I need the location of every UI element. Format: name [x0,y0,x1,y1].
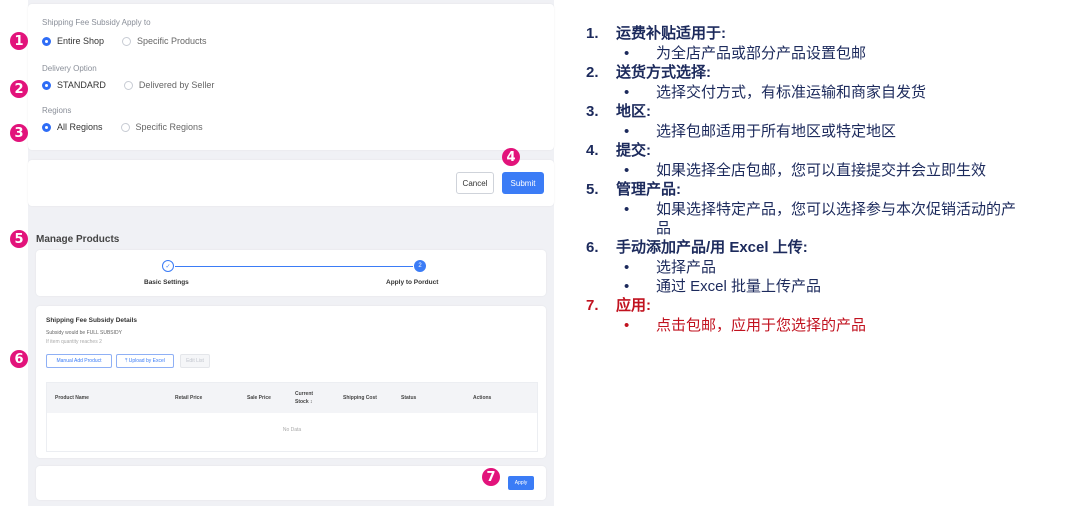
subsidy-label: Shipping Fee Subsidy Apply to [42,18,151,27]
radio-delivered-by-seller[interactable]: Delivered by Seller [123,80,214,90]
note-number: 4. [586,142,599,159]
badge-3: 3 [10,124,28,142]
col-retail-price: Retail Price [175,395,203,401]
manual-add-product-button[interactable]: Manual Add Product [46,354,112,368]
note-1: 1. 运费补贴适用于: • 为全店产品或部分产品设置包邮 [586,24,1056,63]
badge-7: 7 [482,468,500,486]
note-title: 应用: [616,297,651,314]
badge-4: 4 [502,148,520,166]
radio-checked-icon [42,36,51,46]
note-2: 2. 送货方式选择: • 选择交付方式，有标准运输和商家自发货 [586,63,1056,102]
note-number: 6. [586,239,599,256]
note-bullet: 选择产品 [656,259,717,276]
regions-label: Regions [42,106,72,115]
step-done-check-icon: ✓ [162,260,174,272]
radio-specific-regions[interactable]: Specific Regions [120,122,203,132]
col-product-name: Product Name [55,395,89,401]
radio-standard[interactable]: STANDARD [42,80,106,90]
ui-screenshot-panel: Shipping Fee Subsidy Apply to Entire Sho… [28,0,554,506]
apply-bar: Apply [36,466,546,500]
edit-list-button[interactable]: Edit List [180,354,210,368]
note-number: 7. [586,297,599,314]
note-number: 1. [586,25,599,42]
col-sale-price: Sale Price [247,395,271,401]
badge-2: 2 [10,80,28,98]
details-quantity-text: If item quantity reaches 2 [46,339,102,345]
apply-button[interactable]: Apply [508,476,534,490]
note-3: 3. 地区: • 选择包邮适用于所有地区或特定地区 [586,102,1056,141]
radio-checked-icon [42,80,51,90]
col-shipping-cost: Shipping Cost [343,395,377,401]
note-7: 7. 应用: • 点击包邮，应用于您选择的产品 [586,296,1056,335]
note-number: 3. [586,103,599,120]
table-empty-state: No Data [282,427,302,433]
note-4: 4. 提交: • 如果选择全店包邮，您可以直接提交并会立即生效 [586,141,1056,180]
radio-unchecked-icon [123,80,133,90]
note-title: 提交: [616,142,651,159]
radio-unchecked-icon [120,122,130,132]
note-title: 运费补贴适用于: [616,25,726,42]
col-status: Status [401,395,417,401]
radio-specific-products[interactable]: Specific Products [122,36,207,46]
note-bullet: 选择包邮适用于所有地区或特定地区 [656,123,897,140]
step-connector [175,266,413,267]
badge-1: 1 [10,32,28,50]
radio-all-regions[interactable]: All Regions [42,122,103,132]
col-actions: Actions [473,395,492,401]
badge-6: 6 [10,350,28,368]
delivery-radio-group: STANDARD Delivered by Seller [42,80,232,90]
products-table: Product Name Retail Price Sale Price Cur… [46,382,538,452]
radio-unchecked-icon [122,36,132,46]
upload-by-excel-button[interactable]: ⤒ Upload by Excel [116,354,174,368]
badge-5: 5 [10,230,28,248]
note-title: 管理产品: [616,181,681,198]
submit-bar: Cancel Submit [28,160,554,206]
note-number: 2. [586,64,599,81]
note-title: 手动添加产品/用 Excel 上传: [616,239,808,256]
step-label-apply-to-product[interactable]: Apply to Porduct [386,279,438,286]
bullet-icon: • [624,259,630,276]
note-bullet: 为全店产品或部分产品设置包邮 [656,45,867,62]
step-label-basic-settings[interactable]: Basic Settings [144,279,189,286]
step-current-indicator: 2 [414,260,426,272]
note-bullet: 通过 Excel 批量上传产品 [656,278,822,295]
bullet-icon: • [624,84,630,101]
regions-radio-group: All Regions Specific Regions [42,122,221,132]
note-5: 5. 管理产品: • 如果选择特定产品，您可以选择参与本次促销活动的产品 [586,180,1056,238]
bullet-icon: • [624,162,630,179]
delivery-label: Delivery Option [42,64,97,73]
details-title: Shipping Fee Subsidy Details [46,317,138,324]
manage-products-title: Manage Products [36,234,120,245]
note-bullet: 点击包邮，应用于您选择的产品 [656,317,867,334]
note-number: 5. [586,181,599,198]
radio-checked-icon [42,122,51,132]
settings-card: Shipping Fee Subsidy Apply to Entire Sho… [28,4,554,150]
subsidy-details-card: Shipping Fee Subsidy Details Subsidy wou… [36,306,546,458]
note-bullet: 如果选择特定产品，您可以选择参与本次促销活动的产品 [656,201,1017,237]
bullet-icon: • [624,45,630,62]
note-6: 6. 手动添加产品/用 Excel 上传: • 选择产品 • 通过 Excel 批量上… [586,238,1056,296]
note-bullet: 如果选择全店包邮，您可以直接提交并会立即生效 [656,162,987,179]
cancel-button[interactable]: Cancel [456,172,494,194]
note-title: 地区: [616,103,651,120]
radio-entire-shop[interactable]: Entire Shop [42,36,104,46]
bullet-icon: • [624,317,630,334]
bullet-icon: • [624,201,630,218]
details-subsidy-text: Subsidy would be FULL SUBSIDY [46,330,122,336]
subsidy-radio-group: Entire Shop Specific Products [42,36,225,46]
instructions-list: 1. 运费补贴适用于: • 为全店产品或部分产品设置包邮 2. 送货方式选择: • 选择… [586,24,1056,335]
steps-card: ✓ 2 Basic Settings Apply to Porduct [36,250,546,296]
table-header: Product Name Retail Price Sale Price Cur… [47,383,537,413]
bullet-icon: • [624,278,630,295]
note-bullet: 选择交付方式，有标准运输和商家自发货 [656,84,927,101]
submit-button[interactable]: Submit [502,172,544,194]
col-current-stock[interactable]: Current Stock ↕ [295,383,325,413]
note-title: 送货方式选择: [616,64,711,81]
bullet-icon: • [624,123,630,140]
